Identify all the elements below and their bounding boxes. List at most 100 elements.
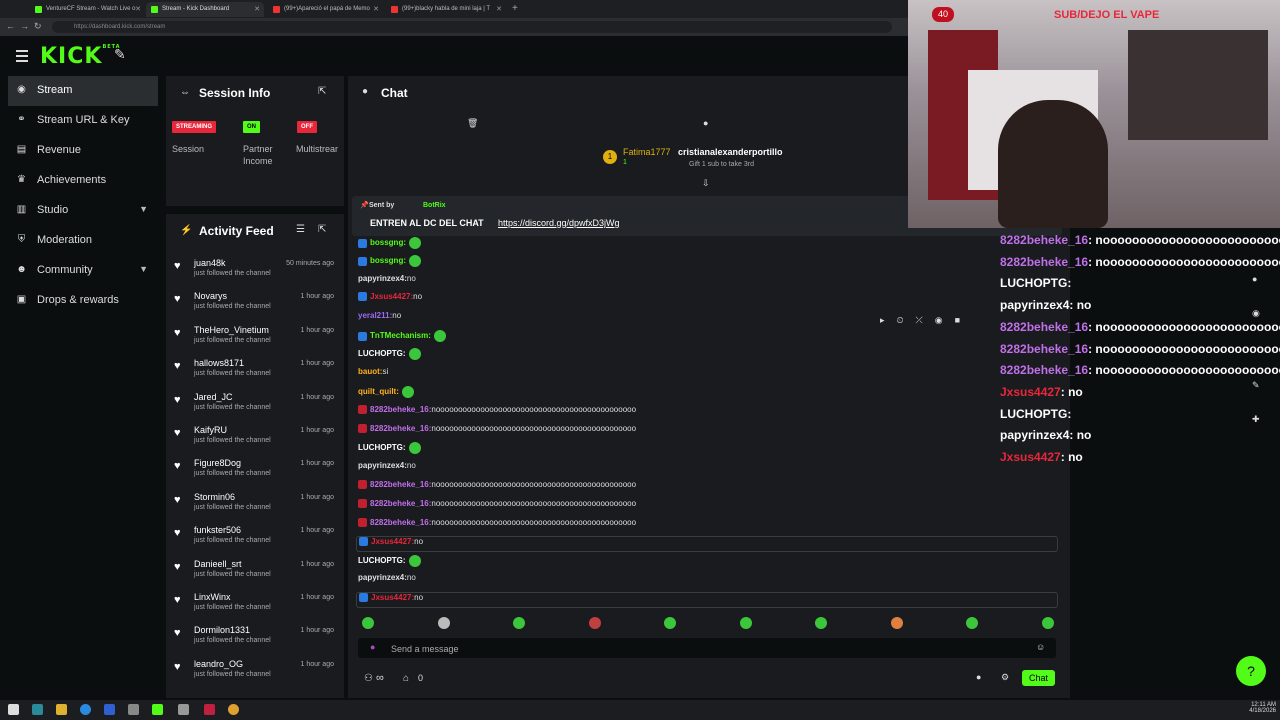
sidebar-item-moderation[interactable]: ⛨ Moderation [8, 226, 158, 256]
chat-username[interactable]: 8282beheke_16: [370, 499, 431, 508]
chat-username[interactable]: LUCHOPTG: [358, 443, 406, 452]
chat-message[interactable]: Jxsus4427:no [358, 292, 422, 308]
folder-icon[interactable] [56, 704, 67, 715]
chat-username[interactable]: bossgng: [370, 238, 406, 247]
feed-item[interactable]: ♥ juan48k just followed the channel 50 minu… [174, 256, 336, 289]
chat-username[interactable]: Jxsus4427: [370, 292, 413, 301]
feed-item[interactable]: ♥ LinxWinx just followed the channel 1 hour… [174, 590, 336, 623]
url-field[interactable]: https://dashboard.kick.com/stream [52, 21, 892, 33]
feed-username[interactable]: Stormin06 [194, 492, 235, 502]
pinned-bot-name[interactable]: BotRix [423, 202, 446, 209]
chat-message[interactable]: papyrinzex4:no [358, 573, 416, 589]
close-icon[interactable]: ✕ [254, 5, 260, 13]
chat-message[interactable]: bauot:si [358, 367, 388, 383]
help-button[interactable]: ? [1236, 656, 1266, 686]
chat-message[interactable]: TnTMechanism: [358, 330, 446, 346]
mic-icon[interactable]: ● [370, 642, 375, 652]
forward-icon[interactable]: → [20, 21, 29, 31]
reload-icon[interactable]: ↻ [34, 21, 42, 32]
kick-app-icon[interactable] [152, 704, 163, 715]
quick-emote-icon[interactable] [588, 617, 601, 629]
chat-message[interactable]: quilt_quilt: [358, 386, 414, 402]
quick-emote-icon[interactable] [664, 617, 676, 629]
chat-username[interactable]: papyrinzex4: [358, 573, 407, 582]
sidebar-item-stream-url[interactable]: ⚭ Stream URL & Key [8, 106, 158, 136]
new-tab-icon[interactable]: + [512, 3, 518, 14]
feed-username[interactable]: LinxWinx [194, 592, 231, 602]
sidebar-item-stream[interactable]: ◉ Stream [8, 76, 158, 106]
filter-icon[interactable]: ☰ [296, 224, 305, 235]
chat-message[interactable]: LUCHOPTG: [358, 442, 421, 458]
feed-item[interactable]: ♥ hallows8171 just followed the channel 1 h… [174, 356, 336, 389]
chat-message[interactable]: Jxsus4427:no [356, 536, 1058, 552]
sidebar-item-revenue[interactable]: ▤ Revenue [8, 136, 158, 166]
sidebar-item-community[interactable]: ☻ Community ▼ [8, 256, 158, 286]
chat-username[interactable]: 8282beheke_16: [370, 480, 431, 489]
chat-username[interactable]: Jxsus4427: [371, 537, 414, 546]
feed-item[interactable]: ♥ Jared_JC just followed the channel 1 hour… [174, 390, 336, 423]
feed-item[interactable]: ♥ KaifyRU just followed the channel 1 hour … [174, 423, 336, 456]
chat-username[interactable]: papyrinzex4: [358, 274, 407, 283]
feed-username[interactable]: juan48k [194, 258, 226, 268]
feed-username[interactable]: hallows8171 [194, 358, 244, 368]
chat-username[interactable]: LUCHOPTG: [358, 349, 406, 358]
expand-icon[interactable]: ⇩ [702, 178, 710, 189]
quick-emote-icon[interactable] [966, 617, 978, 629]
browser-tab[interactable]: (99+)Apareció el papá de Memo ✕ [268, 2, 383, 17]
store-icon[interactable]: ⌂ [403, 673, 409, 684]
feed-item[interactable]: ♥ leandro_OG just followed the channel 1 ho… [174, 657, 336, 690]
feed-item[interactable]: ♥ funkster506 just followed the channel 1 h… [174, 523, 336, 556]
quick-emote-icon[interactable] [815, 617, 827, 629]
puzzle-icon[interactable]: ✚ [1252, 414, 1260, 425]
quick-emote-icon[interactable] [513, 617, 525, 629]
sidebar-item-achievements[interactable]: ♛ Achievements [8, 166, 158, 196]
start-icon[interactable] [8, 704, 19, 715]
feed-username[interactable]: funkster506 [194, 525, 241, 535]
close-icon[interactable]: ✕ [496, 5, 502, 13]
quick-emote-icon[interactable] [437, 617, 450, 629]
chat-username[interactable]: LUCHOPTG: [358, 556, 406, 565]
quick-emote-icon[interactable] [362, 617, 374, 629]
gifter-name[interactable]: Fatima1777 [623, 147, 671, 157]
chat-message[interactable]: papyrinzex4:no [358, 274, 416, 290]
chat-message[interactable]: 8282beheke_16:nooooooooooooooooooooooooo… [358, 499, 636, 515]
pin-icon[interactable]: ✎ [114, 46, 126, 63]
pinned-link[interactable]: https://discord.gg/dpwfxD3jWg [498, 218, 620, 228]
feed-item[interactable]: ♥ Stormin06 just followed the channel 1 hou… [174, 490, 336, 523]
feed-username[interactable]: TheHero_Vinetium [194, 325, 269, 335]
chat-message[interactable]: bossgng: [358, 237, 421, 253]
chat-message[interactable]: LUCHOPTG: [358, 555, 421, 571]
feed-username[interactable]: Dormilon1331 [194, 625, 250, 635]
feed-username[interactable]: leandro_OG [194, 659, 243, 669]
chat-message[interactable]: 8282beheke_16:nooooooooooooooooooooooooo… [358, 480, 636, 496]
chat-username[interactable]: papyrinzex4: [358, 461, 407, 470]
chat-username[interactable]: yeral211: [358, 311, 392, 320]
feed-username[interactable]: Danieell_srt [194, 559, 242, 569]
sidebar-item-drops[interactable]: ▣ Drops & rewards [8, 286, 158, 316]
chat-message[interactable]: papyrinzex4:no [358, 461, 416, 477]
gear-icon[interactable]: ⚙ [1001, 672, 1009, 683]
chat-message[interactable]: LUCHOPTG: [358, 348, 421, 364]
popout-icon[interactable]: ⇱ [318, 86, 326, 97]
browser-tab-active[interactable]: Stream - Kick Dashboard ✕ [146, 2, 264, 17]
chat-message[interactable]: 8282beheke_16:nooooooooooooooooooooooooo… [358, 424, 636, 440]
app-icon[interactable] [128, 704, 139, 715]
feed-item[interactable]: ♥ Novarys just followed the channel 1 hour … [174, 289, 336, 322]
app-icon[interactable] [178, 704, 189, 715]
quick-emote-icon[interactable] [890, 617, 903, 629]
chrome-icon[interactable] [80, 704, 91, 715]
app-icon[interactable] [104, 704, 115, 715]
app-icon[interactable] [228, 704, 239, 715]
quick-emote-icon[interactable] [739, 617, 752, 629]
sidebar-item-studio[interactable]: ▥ Studio ▼ [8, 196, 158, 226]
close-icon[interactable]: ✕ [135, 5, 141, 13]
chat-username[interactable]: quilt_quilt: [358, 387, 399, 396]
chat-message[interactable]: 8282beheke_16:nooooooooooooooooooooooooo… [358, 518, 636, 534]
chat-username[interactable]: TnTMechanism: [370, 331, 431, 340]
feed-item[interactable]: ♥ Danieell_srt just followed the channel 1 … [174, 557, 336, 590]
chat-settings-icon[interactable]: ● [976, 672, 981, 682]
chat-username[interactable]: 8282beheke_16: [370, 518, 431, 527]
quick-emote-icon[interactable] [1041, 617, 1054, 629]
trash-icon[interactable]: 🗑 [467, 118, 478, 129]
chat-username[interactable]: Jxsus4427: [371, 593, 414, 602]
